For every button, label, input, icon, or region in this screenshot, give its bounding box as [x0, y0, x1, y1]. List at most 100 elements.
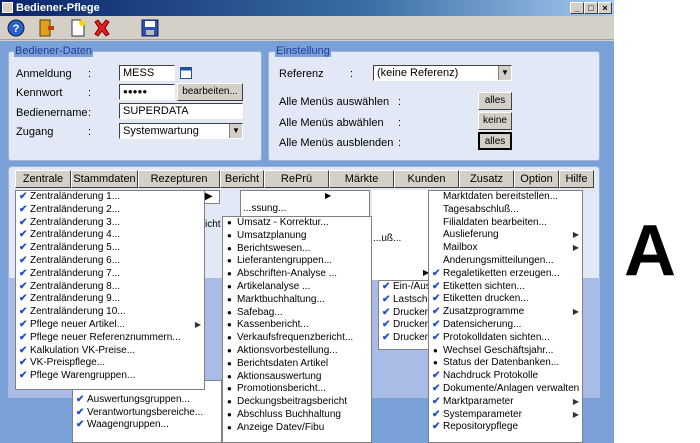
menu-item[interactable]: ● Abschriften-Analyse ... — [223, 268, 371, 281]
bullet-icon: ● — [227, 230, 232, 240]
menu-item[interactable]: ✔ Zentraländerung 3... — [16, 217, 204, 230]
menu-item[interactable]: ● Berichtswesen... — [223, 243, 371, 256]
chevron-down-icon[interactable]: ▼ — [229, 124, 242, 138]
menu-item[interactable]: Änderungsmitteilungen... — [429, 255, 582, 268]
menu-item[interactable]: ✔ Drucken... — [379, 332, 435, 345]
menu-item[interactable]: ✔ Kalkulation VK-Preise... — [16, 345, 204, 358]
minimize-button[interactable]: _ — [570, 2, 584, 14]
kennwort-input[interactable]: ●●●●● — [119, 84, 175, 100]
menu-option[interactable]: Option — [514, 170, 559, 188]
menu-item[interactable]: Tagesabschluß... — [429, 204, 582, 217]
menu-item[interactable]: ✔ Waagengruppen... — [73, 419, 221, 432]
menu-item[interactable]: ✔ Repositorypflege — [429, 421, 582, 434]
menu-item[interactable]: ✔ Datensicherung... — [429, 319, 582, 332]
menu-item[interactable]: ● Promotionsbericht... — [223, 383, 371, 396]
menu-item[interactable]: ● Anzeige Datev/Fibu — [223, 422, 371, 435]
checkmark-icon: ✔ — [19, 370, 28, 382]
menu-item[interactable]: ✔ VK-Preispflege... — [16, 357, 204, 370]
checkmark-icon: ✔ — [432, 421, 441, 433]
menu-item[interactable]: ✔ Marktparameter ▶ — [429, 396, 582, 409]
menu-item[interactable]: ✔ Pflege Warengruppen... — [16, 370, 204, 383]
menu-item[interactable]: ✔ Systemparameter ▶ — [429, 409, 582, 422]
menu-item[interactable]: ✔ Zentraländerung 1... — [16, 191, 204, 204]
menu-item[interactable]: ✔ Auswertungsgruppen... — [73, 394, 221, 407]
bearbeiten-button[interactable]: bearbeiten... — [177, 83, 243, 101]
menu-item[interactable]: ✔ Pflege neuer Artikel... ▶ — [16, 319, 204, 332]
menu-item[interactable]: ✔ Zentraländerung 2... — [16, 204, 204, 217]
menu-stammdaten[interactable]: Stammdaten — [71, 170, 138, 188]
help-icon[interactable]: ? — [6, 18, 26, 38]
menu-item[interactable]: ✔ Nachdruck Protokolle — [429, 370, 582, 383]
anmeldung-input[interactable]: MESS — [119, 65, 175, 81]
zugang-select[interactable]: Systemwartung ▼ — [119, 123, 243, 139]
menu-item[interactable]: ● Wechsel Geschäftsjahr... — [429, 345, 582, 358]
maerkte-menu: ...uß... ▶ — [372, 190, 430, 280]
menu-item[interactable]: Marktdaten bereitstellen... — [429, 191, 582, 204]
alles-select-button[interactable]: alles — [478, 92, 512, 110]
menu-item[interactable]: ● Verkaufsfrequenzbericht... — [223, 332, 371, 345]
menu-item-label: Etiketten drucken... — [443, 293, 529, 305]
menu-item[interactable]: ✔ Zentraländerung 7... — [16, 268, 204, 281]
menu-item[interactable]: ✔ Ein-/Aus... — [379, 281, 435, 294]
menu-item[interactable]: ✔ Zentraländerung 5... — [16, 242, 204, 255]
zentrale-menu: ✔ Zentraländerung 1... ✔ Zentraländerung 2.… — [15, 190, 205, 390]
menu-item-label: Wechsel Geschäftsjahr... — [443, 344, 554, 356]
alles-hide-button[interactable]: alles — [478, 132, 512, 150]
menu-item[interactable]: Mailbox ▶ — [429, 242, 582, 255]
menu-item[interactable]: ✔ Regaletiketten erzeugen... — [429, 268, 582, 281]
menu-item[interactable]: ✔ Zusatzprogramme ▶ — [429, 306, 582, 319]
menu-item[interactable]: ● Lieferantengruppen... — [223, 255, 371, 268]
menu-item[interactable]: ✔ Zentraländerung 4... — [16, 229, 204, 242]
referenz-select[interactable]: (keine Referenz) ▼ — [373, 65, 512, 81]
calendar-icon[interactable] — [180, 67, 192, 79]
keine-button[interactable]: keine — [478, 112, 512, 130]
menu-item[interactable]: ● Berichtsdaten Artikel — [223, 358, 371, 371]
menu-bericht[interactable]: Bericht — [220, 170, 264, 188]
menu-item[interactable]: ✔ Lastsch... — [379, 294, 435, 307]
menu-item[interactable]: ● Aktionsauswertung — [223, 371, 371, 384]
menu-item[interactable]: ✔ Drucken... — [379, 307, 435, 320]
menu-item[interactable]: ✔ Etiketten drucken... — [429, 293, 582, 306]
menu-zusatz[interactable]: Zusatz — [459, 170, 514, 188]
menu-item[interactable]: ● Kassenbericht... — [223, 319, 371, 332]
chevron-down-icon[interactable]: ▼ — [498, 66, 511, 80]
menu-item[interactable]: ● Aktionsvorbestellung... — [223, 345, 371, 358]
menu-item-label: Auslieferung — [443, 229, 499, 241]
menu-item[interactable]: ✔ Drucken... — [379, 319, 435, 332]
menu-maerkte[interactable]: Märkte — [329, 170, 394, 188]
menu-repruef[interactable]: RePrü — [264, 170, 329, 188]
menu-item[interactable]: ● Status der Datenbanken... — [429, 357, 582, 370]
menu-item[interactable]: ● Umsatz - Korrektur... — [223, 217, 371, 230]
bedienername-input[interactable]: SUPERDATA — [119, 103, 243, 119]
maximize-button[interactable]: □ — [584, 2, 598, 14]
delete-x-icon[interactable] — [92, 18, 112, 38]
menu-item[interactable]: ✔ Verantwortungsbereiche... — [73, 407, 221, 420]
new-document-icon[interactable] — [68, 18, 88, 38]
menu-item[interactable]: ● Artikelanalyse ... — [223, 281, 371, 294]
menu-item[interactable]: ● Marktbuchhaltung... — [223, 294, 371, 307]
menu-item[interactable]: Auslieferung ▶ — [429, 229, 582, 242]
menu-item[interactable]: ● Deckungsbeitragsbericht — [223, 396, 371, 409]
menu-item[interactable]: ✔ Etiketten sichten... — [429, 281, 582, 294]
checkmark-icon: ✔ — [19, 357, 28, 369]
menu-item[interactable]: ✔ Zentraländerung 9... — [16, 293, 204, 306]
menu-item[interactable]: ✔ Pflege neuer Referenznummern... — [16, 332, 204, 345]
menu-item[interactable]: ✔ Zentraländerung 6... — [16, 255, 204, 268]
menu-item[interactable]: ✔ Dokumente/Anlagen verwalten — [429, 383, 582, 396]
menu-zentrale[interactable]: Zentrale — [15, 170, 71, 188]
menu-item[interactable]: ● Abschluss Buchhaltung — [223, 409, 371, 422]
menu-item[interactable]: ✔ Protokolldaten sichten... — [429, 332, 582, 345]
menu-item[interactable]: ✔ Zentraländerung 8... — [16, 281, 204, 294]
menu-item-label: Dokumente/Anlagen verwalten — [443, 382, 580, 394]
menu-hilfe[interactable]: Hilfe — [559, 170, 594, 188]
menu-item[interactable]: ✔ Zentraländerung 10... — [16, 306, 204, 319]
save-disk-icon[interactable] — [140, 18, 160, 38]
menu-item-label: Regaletiketten erzeugen... — [443, 267, 560, 279]
close-button[interactable]: × — [598, 2, 612, 14]
menu-kunden[interactable]: Kunden — [394, 170, 459, 188]
exit-door-icon[interactable] — [36, 18, 56, 38]
menu-item[interactable]: Filialdaten bearbeiten... — [429, 217, 582, 230]
menu-item[interactable]: ● Safebag... — [223, 307, 371, 320]
menu-item[interactable]: ● Umsatzplanung — [223, 230, 371, 243]
menu-rezepturen[interactable]: Rezepturen — [138, 170, 220, 188]
